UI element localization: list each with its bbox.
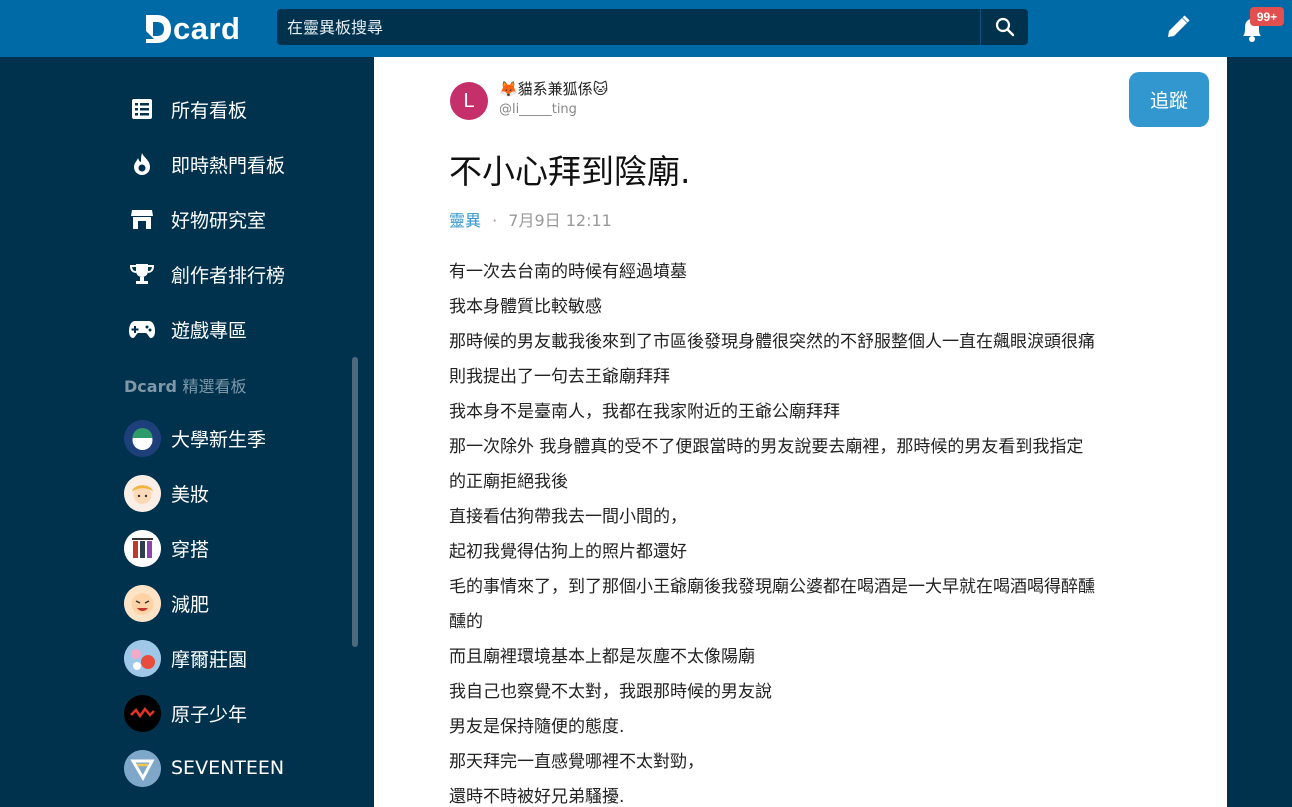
post-body-line: 起初我覺得估狗上的照片都還好	[449, 542, 687, 562]
post-body-line: 我自己也察覺不太對，我跟那時候的男友說	[449, 682, 772, 702]
list-icon	[128, 95, 156, 123]
top-bar: card 99+	[0, 0, 1292, 57]
post-title: 不小心拜到陰廟.	[449, 152, 691, 191]
post-body-line: 有一次去台南的時候有經過墳墓	[449, 262, 687, 282]
search-input[interactable]	[277, 9, 980, 45]
post-body-line: 毛的事情來了，到了那個小王爺廟後我發現廟公婆都在喝酒是一大早就在喝酒喝得醉醺	[449, 577, 1095, 597]
sidebar-scrollbar[interactable]	[352, 357, 358, 647]
sidebar-item-diet[interactable]: 減肥	[124, 583, 209, 623]
board-avatar-diet	[124, 584, 161, 622]
post-body-line: 還時不時被好兄弟騷擾.	[449, 787, 625, 807]
post-body-line: 那天拜完一直感覺哪裡不太對勁，	[449, 752, 704, 772]
sidebar-item-creator-ranking[interactable]: 創作者排行榜	[128, 254, 285, 294]
featured-boards-heading: Dcard 精選看板	[124, 373, 247, 397]
post-body-line: 的正廟拒絕我後	[449, 472, 568, 492]
post-body-line: 則我提出了一句去王爺廟拜拜	[449, 367, 670, 387]
search-bar	[277, 9, 1028, 45]
board-avatar-freshman	[124, 419, 161, 457]
sidebar-item-outfit[interactable]: 穿搭	[124, 528, 209, 568]
board-avatar-makeup	[124, 474, 161, 512]
post-body-line: 那一次除外 我身體真的受不了便跟當時的男友說要去廟裡，那時候的男友看到我指定	[449, 437, 1084, 457]
board-label: SEVENTEEN	[171, 757, 285, 779]
section-brand: Dcard	[124, 377, 177, 396]
board-label: 穿搭	[171, 538, 210, 561]
write-post-button[interactable]	[1163, 12, 1193, 42]
post-body-line: 我本身不是臺南人，我都在我家附近的王爺公廟拜拜	[449, 402, 840, 422]
sidebar-item-trending[interactable]: 即時熱門看板	[128, 144, 285, 184]
section-title: 精選看板	[182, 377, 247, 396]
post-date: 7月9日 12:11	[508, 211, 612, 230]
author-handle: @li_____ting	[499, 102, 577, 117]
board-avatar-outfit	[124, 529, 161, 567]
post-body-line: 男友是保持隨便的態度.	[449, 717, 625, 737]
post-meta: 靈異 · 7月9日 12:11	[449, 207, 612, 231]
post-body: 有一次去台南的時候有經過墳墓 我本身體質比較敏感 那時候的男友載我後來到了市區後…	[449, 255, 1214, 807]
sidebar-item-mole-manor[interactable]: 摩爾莊園	[124, 638, 247, 678]
post-body-line: 那時候的男友載我後來到了市區後發現身體很突然的不舒服整個人一直在飆眼淚頭很痛	[449, 332, 1095, 352]
logo-text: card	[173, 11, 241, 46]
board-avatar-seventeen	[124, 749, 161, 787]
dcard-logo[interactable]: card	[144, 11, 241, 46]
sidebar-item-seventeen[interactable]: SEVENTEEN	[124, 748, 284, 788]
sidebar-item-makeup[interactable]: 美妝	[124, 473, 209, 513]
dcard-logo-icon	[144, 13, 172, 45]
sidebar-item-label: 所有看板	[171, 99, 248, 122]
sidebar-item-label: 創作者排行榜	[171, 264, 286, 287]
board-avatar-atom-boys	[124, 694, 161, 732]
notification-badge: 99+	[1250, 7, 1284, 26]
board-avatar-mole-manor	[124, 639, 161, 677]
pen-icon	[1168, 15, 1190, 37]
sidebar-item-goods-lab[interactable]: 好物研究室	[128, 199, 266, 239]
forum-link[interactable]: 靈異	[449, 211, 481, 230]
search-icon	[995, 17, 1014, 37]
board-label: 大學新生季	[171, 428, 267, 451]
board-label: 減肥	[171, 593, 210, 616]
follow-button[interactable]: 追蹤	[1129, 72, 1209, 127]
board-label: 摩爾莊園	[171, 648, 248, 671]
flame-icon	[128, 150, 156, 178]
sidebar-item-label: 好物研究室	[171, 209, 267, 232]
sidebar-item-label: 遊戲專區	[171, 319, 248, 342]
right-margin	[1227, 57, 1292, 807]
sidebar: 所有看板 即時熱門看板 好物研究室 創作者排行榜 遊戲專區 Dcard 精選看板…	[0, 57, 374, 807]
trophy-icon	[128, 260, 156, 288]
post-body-line: 而且廟裡環境基本上都是灰塵不太像陽廟	[449, 647, 755, 667]
post-body-line: 我本身體質比較敏感	[449, 297, 602, 317]
gamepad-icon	[128, 315, 156, 343]
sidebar-item-games[interactable]: 遊戲專區	[128, 309, 247, 349]
sidebar-item-label: 即時熱門看板	[171, 154, 286, 177]
board-label: 原子少年	[171, 703, 248, 726]
search-button[interactable]	[980, 9, 1028, 45]
board-label: 美妝	[171, 483, 210, 506]
post-body-line: 醺的	[449, 612, 483, 632]
store-icon	[128, 205, 156, 233]
author-name[interactable]: 🦊貓系兼狐係🐱	[499, 78, 608, 99]
sidebar-item-atom-boys[interactable]: 原子少年	[124, 693, 247, 733]
sidebar-item-all-boards[interactable]: 所有看板	[128, 89, 247, 129]
post-body-line: 直接看估狗帶我去一間小間的，	[449, 507, 687, 527]
sidebar-item-freshman[interactable]: 大學新生季	[124, 418, 266, 458]
post-container: L 🦊貓系兼狐係🐱 @li_____ting 追蹤 不小心拜到陰廟. 靈異 · …	[374, 57, 1227, 807]
meta-separator: ·	[492, 211, 498, 230]
author-avatar[interactable]: L	[450, 82, 488, 120]
